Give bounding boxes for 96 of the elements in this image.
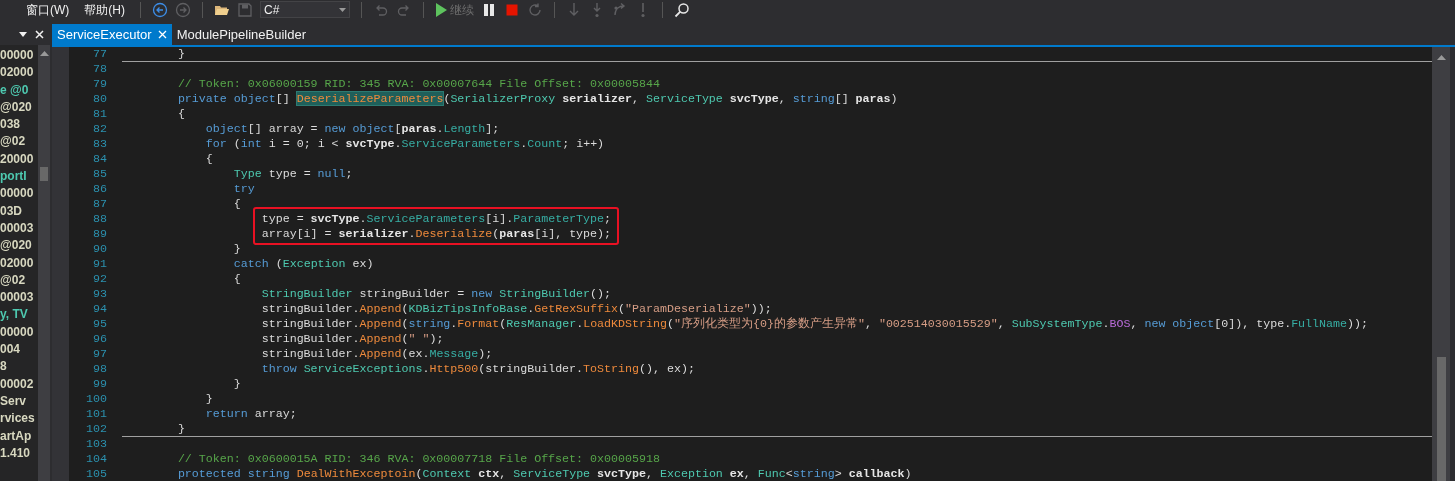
- code-line: stringBuilder.Append(ex.Message);: [260, 346, 494, 361]
- tree-item-text: 02000: [0, 254, 35, 272]
- tree-item-text: 1.410: [0, 444, 32, 462]
- tree-item-text: @020: [0, 98, 33, 116]
- line-number: 89: [92, 226, 107, 241]
- code-line: {: [232, 271, 242, 286]
- line-number: 98: [92, 361, 107, 376]
- scroll-up-icon[interactable]: [39, 51, 49, 56]
- tree-item-text: @020: [0, 237, 33, 255]
- code-line: {: [204, 151, 214, 166]
- code-line: try: [232, 181, 256, 196]
- scrollbar[interactable]: [1432, 47, 1450, 481]
- tree-item-text: artAp: [0, 427, 33, 445]
- line-number: 85: [92, 166, 107, 181]
- tree-item-text: 00003: [0, 219, 35, 237]
- line-number: 77: [92, 47, 107, 61]
- language-dropdown[interactable]: C#: [260, 1, 350, 18]
- code-line: return array;: [204, 406, 298, 421]
- code-line: for (int i = 0; i < svcType.ServiceParameters.Count; i++): [204, 136, 606, 151]
- tree-item-text: Serv: [0, 392, 28, 410]
- line-number: 102: [85, 421, 107, 436]
- tree-item-text: 20000: [0, 150, 35, 168]
- code-line: }: [232, 376, 242, 391]
- tree-item-text: y, TV: [0, 306, 29, 324]
- tree-item-text: 00000: [0, 185, 35, 203]
- code-line: protected string DealWithExceptoin(Context ctx, ServiceType svcType, Exception ex, Func<string> callback): [176, 466, 913, 481]
- line-number: 100: [85, 391, 107, 406]
- search-icon[interactable]: [674, 1, 690, 18]
- tree-item-text: @02: [0, 133, 27, 151]
- line-number: 101: [85, 406, 107, 421]
- tree-item-text: portI: [0, 168, 28, 186]
- tree-item-text: 00000: [0, 323, 35, 341]
- code-line: }: [204, 391, 214, 406]
- tree-item-text: e @0: [0, 81, 30, 99]
- code-line: // Token: 0x0600015A RID: 346 RVA: 0x00007718 File Offset: 0x00005918: [176, 451, 661, 466]
- tree-item-text: 004: [0, 341, 22, 359]
- code-line: object[] array = new object[paras.Length];: [204, 121, 501, 136]
- line-number: 78: [92, 61, 107, 76]
- line-number: 84: [92, 151, 107, 166]
- code-line: type = svcType.ServiceParameters[i].ParameterType;: [260, 211, 613, 226]
- close-icon[interactable]: [35, 30, 44, 39]
- line-number: 86: [92, 181, 107, 196]
- line-number: 82: [92, 121, 107, 136]
- line-number: 87: [92, 196, 107, 211]
- editor-tab[interactable]: ServiceExecutor: [52, 24, 172, 45]
- pause-icon[interactable]: [481, 1, 497, 18]
- caret-icon[interactable]: [19, 32, 27, 37]
- line-number: 104: [85, 451, 107, 466]
- line-number: 92: [92, 271, 107, 286]
- code-line: }: [176, 421, 186, 436]
- code-line: private object[] DeserializeParameters(SerializerProxy serializer, ServiceType svcType, string[] paras): [176, 91, 899, 106]
- line-number: 88: [92, 211, 107, 226]
- tree-item-text: 03D: [0, 202, 23, 220]
- menu-item[interactable]: 帮助(H): [80, 1, 129, 18]
- line-number: 79: [92, 76, 107, 91]
- tree-item-text: @02: [0, 271, 27, 289]
- code-line: }: [176, 47, 186, 61]
- editor-tab[interactable]: ModulePipelineBuilder: [171, 24, 311, 45]
- tree-item-text: 00003: [0, 289, 35, 307]
- code-line: Type type = null;: [232, 166, 354, 181]
- code-line: {: [232, 196, 242, 211]
- code-line: throw ServiceExceptions.Http500(stringBuilder.ToString(), ex);: [260, 361, 696, 376]
- code-line: stringBuilder.Append(KDBizTipsInfoBase.GetRexSuffix("ParamDeserialize"));: [260, 301, 773, 316]
- scrollbar[interactable]: [38, 45, 50, 481]
- line-number: 105: [85, 466, 107, 481]
- tree-item-text: 00000: [0, 47, 35, 64]
- line-number: 103: [85, 436, 107, 451]
- code-line: }: [232, 241, 242, 256]
- line-number: 90: [92, 241, 107, 256]
- code-line: stringBuilder.Append(" ");: [260, 331, 445, 346]
- back-icon[interactable]: [152, 1, 168, 18]
- tree-item-text: 038: [0, 116, 22, 134]
- scroll-thumb[interactable]: [1436, 357, 1446, 481]
- line-number: 91: [92, 256, 107, 271]
- code-line: stringBuilder.Append(string.Format(ResManager.LoadKDString("序列化类型为{0}的参数产生异常", "002514030015529", SubSystemType.BOS, new object[0]), type.FullName));: [260, 316, 1369, 331]
- code-line: catch (Exception ex): [232, 256, 375, 271]
- line-number: 80: [92, 91, 107, 106]
- line-number: 94: [92, 301, 107, 316]
- tree-item-text: rvices: [0, 410, 36, 428]
- line-number: 97: [92, 346, 107, 361]
- scroll-up-icon[interactable]: [1436, 55, 1446, 60]
- code-line: StringBuilder stringBuilder = new StringBuilder();: [260, 286, 613, 301]
- tree-item-text: 8: [0, 358, 8, 376]
- tree-item-text: 02000: [0, 64, 35, 82]
- code-line: {: [176, 106, 186, 121]
- code-line: array[i] = serializer.Deserialize(paras[i], type);: [260, 226, 613, 241]
- line-number: 93: [92, 286, 107, 301]
- line-number: 83: [92, 136, 107, 151]
- line-number: 95: [92, 316, 107, 331]
- line-number: 99: [92, 376, 107, 391]
- scroll-thumb[interactable]: [40, 167, 48, 181]
- line-number: 96: [92, 331, 107, 346]
- line-number: 81: [92, 106, 107, 121]
- tree-item-text: 00002: [0, 375, 35, 393]
- code-line: // Token: 0x06000159 RID: 345 RVA: 0x00007644 File Offset: 0x00005844: [176, 76, 661, 91]
- menu-item[interactable]: 窗口(W): [22, 1, 74, 18]
